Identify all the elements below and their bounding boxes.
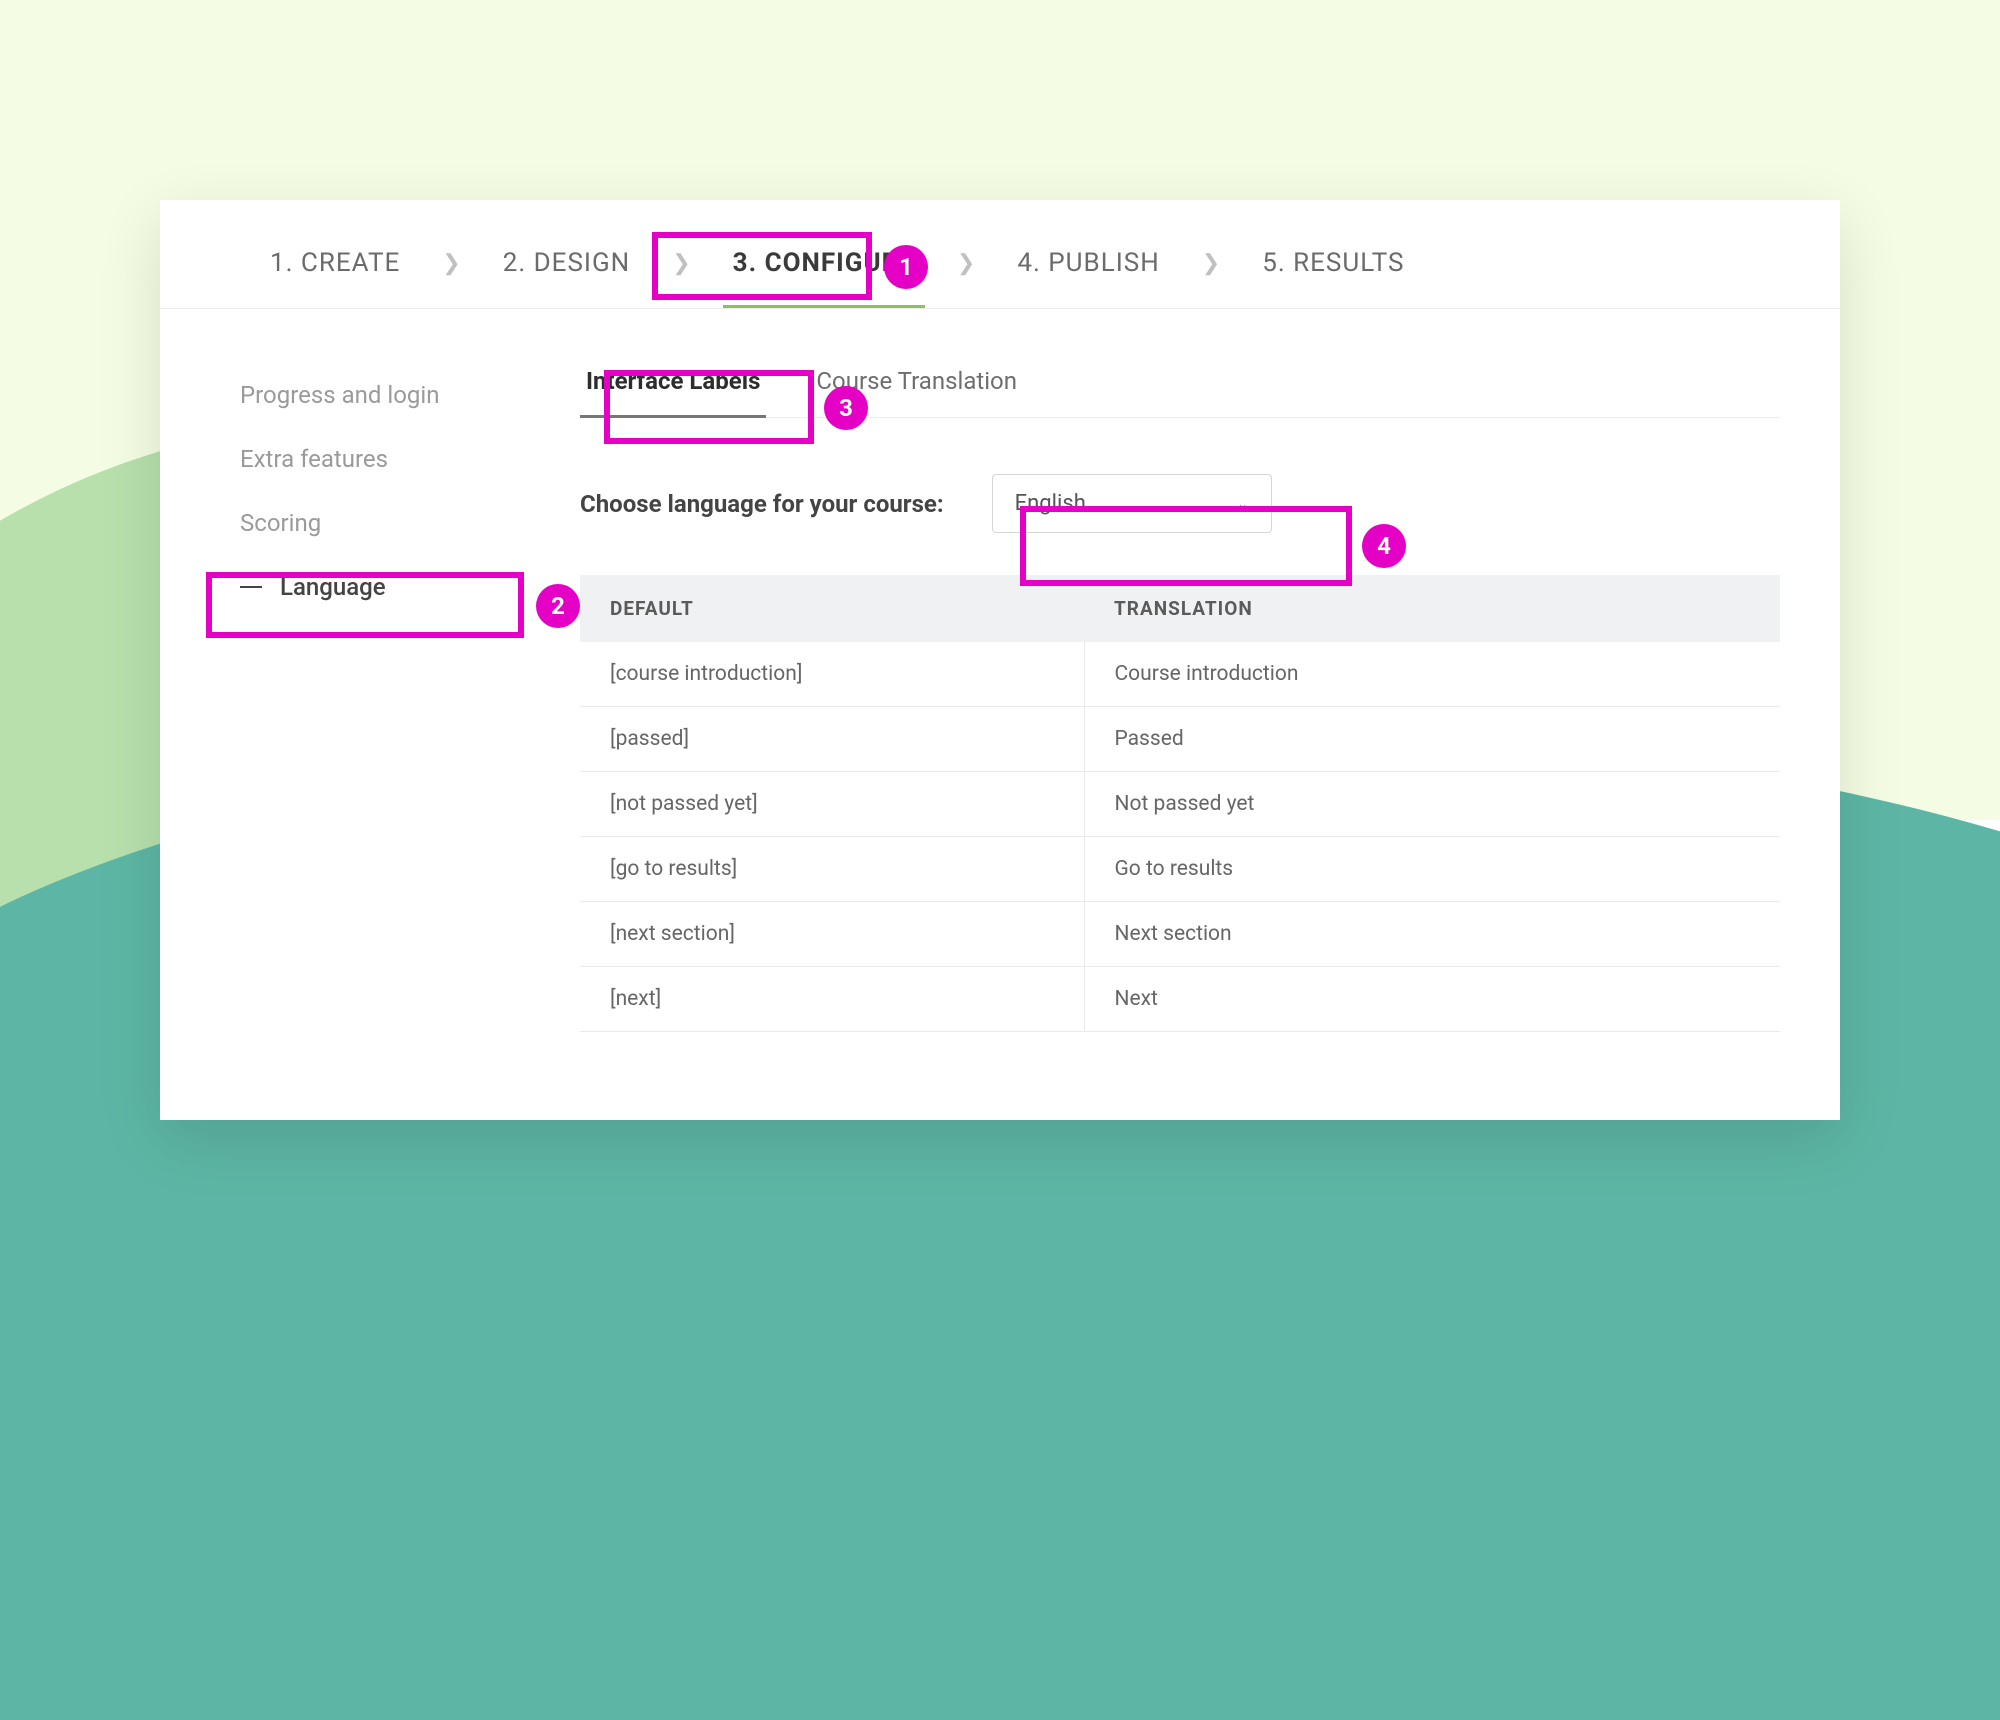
step-create[interactable]: 1. CREATE (260, 242, 410, 284)
sidebar-item-label: Progress and login (240, 381, 439, 409)
lang-tabs: Interface Labels Course Translation (580, 363, 1780, 418)
sidebar-item-progress-login[interactable]: Progress and login (220, 363, 540, 427)
table-row: [not passed yet] Not passed yet (580, 772, 1780, 837)
chevron-right-icon: ❯ (957, 251, 975, 276)
cell-translation[interactable]: Next (1084, 967, 1780, 1032)
annotation-badge-1: 1 (884, 245, 928, 289)
translation-table: DEFAULT TRANSLATION [course introduction… (580, 575, 1780, 1032)
cell-default: [passed] (580, 707, 1084, 772)
main-panel: Interface Labels Course Translation Choo… (580, 363, 1780, 1032)
cell-translation[interactable]: Go to results (1084, 837, 1780, 902)
cell-default: [course introduction] (580, 642, 1084, 707)
table-row: [next section] Next section (580, 902, 1780, 967)
main-card: 1. CREATE ❯ 2. DESIGN ❯ 3. CONFIGURE ❯ 4… (160, 200, 1840, 1120)
config-sidebar: Progress and login Extra features Scorin… (220, 363, 540, 1032)
language-prompt: Choose language for your course: (580, 490, 944, 518)
sidebar-item-scoring[interactable]: Scoring (220, 491, 540, 555)
sidebar-item-label: Scoring (240, 509, 321, 537)
annotation-badge-2: 2 (536, 584, 580, 628)
cell-translation[interactable]: Passed (1084, 707, 1780, 772)
sidebar-item-extra-features[interactable]: Extra features (220, 427, 540, 491)
tab-interface-labels[interactable]: Interface Labels (580, 363, 766, 399)
table-header-translation: TRANSLATION (1084, 575, 1780, 642)
step-results[interactable]: 5. RESULTS (1252, 242, 1414, 284)
table-row: [course introduction] Course introductio… (580, 642, 1780, 707)
chevron-right-icon: ❯ (1202, 251, 1220, 276)
step-publish[interactable]: 4. PUBLISH (1007, 242, 1169, 284)
table-row: [next] Next (580, 967, 1780, 1032)
cell-translation[interactable]: Next section (1084, 902, 1780, 967)
sidebar-item-label: Language (280, 573, 386, 601)
annotation-badge-3: 3 (824, 386, 868, 430)
chevron-right-icon: ❯ (672, 251, 690, 276)
chevron-down-icon: ⌄ (1237, 496, 1249, 512)
cell-default: [not passed yet] (580, 772, 1084, 837)
table-row: [passed] Passed (580, 707, 1780, 772)
minus-icon (240, 586, 262, 588)
cell-default: [next] (580, 967, 1084, 1032)
annotation-badge-4: 4 (1362, 524, 1406, 568)
step-design[interactable]: 2. DESIGN (493, 242, 641, 284)
language-select[interactable]: English ⌄ (992, 474, 1272, 533)
chevron-right-icon: ❯ (442, 251, 460, 276)
sidebar-item-label: Extra features (240, 445, 388, 473)
language-select-value: English (1015, 491, 1086, 516)
cell-translation[interactable]: Not passed yet (1084, 772, 1780, 837)
table-row: [go to results] Go to results (580, 837, 1780, 902)
sidebar-item-language[interactable]: Language (220, 555, 540, 619)
table-header-default: DEFAULT (580, 575, 1084, 642)
cell-default: [next section] (580, 902, 1084, 967)
wizard-steps: 1. CREATE ❯ 2. DESIGN ❯ 3. CONFIGURE ❯ 4… (160, 200, 1840, 309)
cell-default: [go to results] (580, 837, 1084, 902)
cell-translation[interactable]: Course introduction (1084, 642, 1780, 707)
